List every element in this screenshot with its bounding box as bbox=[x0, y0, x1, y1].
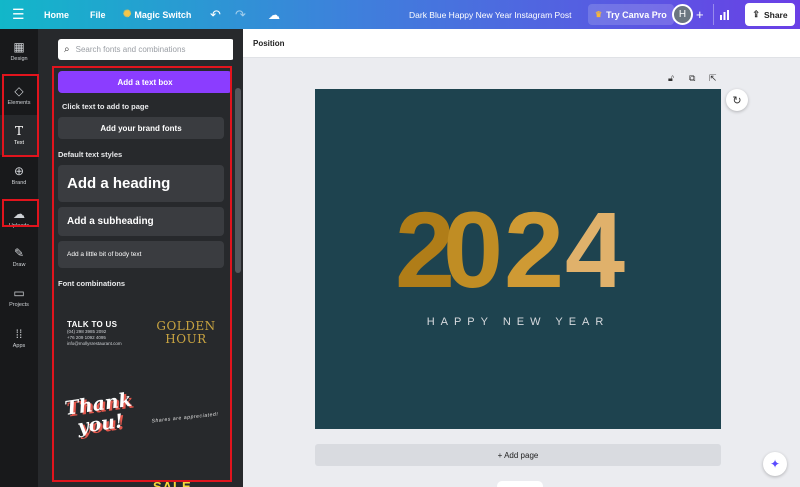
bar-chart-icon bbox=[720, 9, 729, 20]
rail-item-apps[interactable]: ⁞⁞ Apps bbox=[0, 318, 38, 358]
try-pro-label: Try Canva Pro bbox=[606, 9, 667, 20]
rail-item-brand[interactable]: ⊕ Brand bbox=[0, 155, 38, 195]
rail-item-design[interactable]: ▦ Design bbox=[0, 31, 38, 71]
document-title[interactable]: Dark Blue Happy New Year Instagram Post bbox=[409, 0, 572, 29]
magic-switch-label: Magic Switch bbox=[134, 9, 192, 20]
elements-icon: ◇ bbox=[14, 83, 24, 98]
apps-icon: ⁞⁞ bbox=[15, 326, 23, 341]
combo-sale-partial[interactable]: SALE bbox=[153, 479, 192, 487]
add-page-button[interactable]: + Add page bbox=[315, 444, 721, 466]
search-icon: ⌕ bbox=[64, 44, 70, 55]
year-graphic[interactable]: 2 0 2 4 bbox=[395, 189, 655, 310]
try-canva-pro-button[interactable]: ♛ Try Canva Pro bbox=[588, 4, 674, 25]
menu-icon[interactable]: ☰ bbox=[12, 0, 25, 29]
font-search-input[interactable] bbox=[75, 45, 216, 54]
rail-item-draw[interactable]: ✎ Draw bbox=[0, 237, 38, 277]
add-subheading-item[interactable]: Add a subheading bbox=[58, 207, 224, 236]
share-button[interactable]: ⇪ Share bbox=[745, 3, 795, 26]
position-button[interactable]: Position bbox=[253, 39, 285, 48]
font-search-box[interactable]: ⌕ bbox=[58, 39, 234, 60]
year-digit: 2 bbox=[504, 189, 564, 310]
add-collaborator-icon[interactable]: + bbox=[696, 0, 704, 29]
year-digit: 4 bbox=[565, 189, 625, 310]
context-toolbar: Position bbox=[243, 29, 800, 58]
rail-label-design: Design bbox=[10, 55, 28, 62]
add-body-text-item[interactable]: Add a little bit of body text bbox=[58, 241, 224, 268]
avatar[interactable]: H bbox=[672, 4, 693, 25]
draw-icon: ✎ bbox=[13, 245, 25, 260]
rail-item-uploads[interactable]: ☁ Uploads bbox=[0, 198, 38, 238]
rail-item-elements[interactable]: ◇ Elements bbox=[0, 75, 38, 115]
combo-shares-appreciated[interactable]: Shares are appreciated! bbox=[150, 411, 220, 425]
combo-talk-line: info@mollysrestaurant.com bbox=[67, 341, 122, 346]
greeting-text[interactable]: HAPPY NEW YEAR bbox=[315, 316, 721, 328]
default-styles-label: Default text styles bbox=[58, 150, 123, 159]
top-bar: ☰ Home File ✺ Magic Switch ↶ ↷ ☁ Dark Bl… bbox=[0, 0, 800, 29]
year-digit: 2 bbox=[395, 189, 455, 310]
add-text-box-button[interactable]: Add a text box bbox=[58, 71, 232, 93]
rail-label-text: Text bbox=[13, 139, 25, 146]
text-panel: ⌕ Add a text box Click text to add to pa… bbox=[38, 29, 243, 487]
magic-switch-button[interactable]: ✺ Magic Switch bbox=[123, 0, 191, 29]
panel-scrollbar-thumb[interactable] bbox=[235, 88, 241, 273]
add-brand-fonts-button[interactable]: Add your brand fonts bbox=[58, 117, 224, 139]
file-menu[interactable]: File bbox=[90, 0, 106, 29]
home-button[interactable]: Home bbox=[44, 0, 69, 29]
upload-icon: ☁ bbox=[13, 206, 25, 221]
rail-label-uploads: Uploads bbox=[8, 222, 30, 229]
folder-icon: ▭ bbox=[13, 285, 25, 300]
crown-icon: ♛ bbox=[595, 10, 603, 19]
cloud-save-icon[interactable]: ☁ bbox=[268, 0, 280, 29]
add-page-top-icon[interactable]: ⇱ bbox=[709, 73, 717, 84]
combo-thank-you[interactable]: Thank you! bbox=[63, 389, 139, 439]
left-rail: ▦ Design ◇ Elements T Text ⊕ Brand ☁ Upl… bbox=[0, 29, 38, 487]
click-hint-label: Click text to add to page bbox=[62, 102, 149, 111]
rail-item-projects[interactable]: ▭ Projects bbox=[0, 277, 38, 317]
rail-label-projects: Projects bbox=[9, 301, 29, 308]
undo-icon[interactable]: ↶ bbox=[210, 0, 221, 29]
page-indicator bbox=[497, 481, 543, 487]
add-heading-item[interactable]: Add a heading bbox=[58, 165, 224, 202]
rail-label-draw: Draw bbox=[12, 261, 26, 268]
year-digit: 0 bbox=[443, 189, 503, 310]
duplicate-page-icon[interactable]: ⧉ bbox=[689, 73, 695, 84]
comment-icon[interactable]: ↻ bbox=[726, 89, 748, 111]
rail-label-elements: Elements bbox=[7, 99, 31, 106]
rail-label-brand: Brand bbox=[11, 179, 27, 186]
magic-assistant-icon[interactable]: ✦ bbox=[763, 452, 787, 476]
analytics-icon[interactable] bbox=[713, 4, 735, 25]
brand-icon: ⊕ bbox=[13, 163, 25, 178]
share-upload-icon: ⇪ bbox=[752, 9, 760, 19]
rail-label-apps: Apps bbox=[12, 342, 26, 349]
design-page[interactable]: 2 0 2 4 HAPPY NEW YEAR bbox=[315, 89, 721, 429]
redo-icon[interactable]: ↷ bbox=[235, 0, 246, 29]
text-icon: T bbox=[14, 123, 23, 138]
combo-talk-to-us[interactable]: TALK TO US (04) 298 3985 2092 +76 209 10… bbox=[67, 320, 142, 347]
combo-golden-hour[interactable]: GOLDEN HOUR bbox=[151, 320, 221, 346]
font-combinations-label: Font combinations bbox=[58, 279, 126, 288]
design-icon: ▦ bbox=[13, 39, 25, 54]
rail-item-text[interactable]: T Text bbox=[0, 115, 38, 155]
combo-talk-title: TALK TO US bbox=[67, 320, 118, 329]
lock-icon[interactable]: 🔓︎ bbox=[668, 73, 674, 84]
combo-hour-word: HOUR bbox=[165, 332, 207, 346]
share-label: Share bbox=[763, 9, 788, 20]
magic-star-icon: ✺ bbox=[123, 9, 132, 20]
